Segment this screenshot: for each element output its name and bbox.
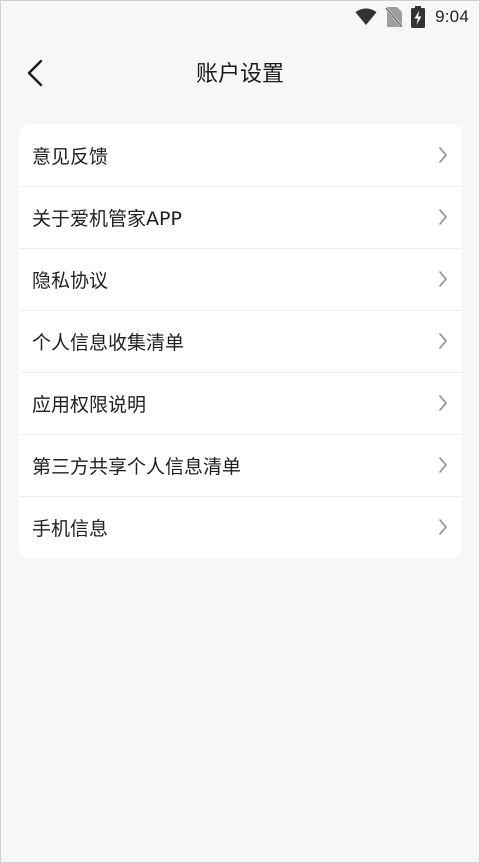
- settings-item-label: 个人信息收集清单: [32, 331, 185, 354]
- no-sim-icon: [385, 6, 403, 28]
- chevron-right-icon: [438, 456, 448, 474]
- header: 账户设置: [1, 47, 479, 103]
- settings-item-personal-info-list[interactable]: 个人信息收集清单: [19, 310, 462, 372]
- settings-card: 意见反馈 关于爱机管家APP 隐私协议 个人信息收集清单 应用权限说明 第三方共…: [19, 124, 462, 558]
- settings-item-label: 应用权限说明: [32, 393, 147, 416]
- settings-item-label: 关于爱机管家APP: [32, 207, 182, 230]
- settings-item-label: 隐私协议: [32, 269, 109, 292]
- chevron-right-icon: [438, 518, 448, 536]
- settings-item-feedback[interactable]: 意见反馈: [19, 124, 462, 186]
- settings-item-app-permissions[interactable]: 应用权限说明: [19, 372, 462, 434]
- app-screen: 9:04 账户设置 意见反馈 关于爱机管家APP 隐私协议 个人信息收集清单 应…: [0, 0, 480, 863]
- chevron-right-icon: [438, 146, 448, 164]
- settings-item-label: 第三方共享个人信息清单: [32, 455, 242, 478]
- wifi-icon: [355, 8, 377, 26]
- settings-item-third-party-sharing[interactable]: 第三方共享个人信息清单: [19, 434, 462, 496]
- status-time: 9:04: [435, 7, 469, 26]
- page-title: 账户设置: [195, 62, 284, 87]
- status-bar: 9:04: [1, 1, 479, 33]
- settings-item-about-app[interactable]: 关于爱机管家APP: [19, 186, 462, 248]
- chevron-right-icon: [438, 332, 448, 350]
- chevron-right-icon: [438, 270, 448, 288]
- chevron-right-icon: [438, 208, 448, 226]
- settings-item-label: 手机信息: [32, 517, 109, 540]
- settings-item-phone-info[interactable]: 手机信息: [19, 496, 462, 558]
- chevron-right-icon: [438, 394, 448, 412]
- settings-item-label: 意见反馈: [32, 145, 109, 168]
- settings-item-privacy-policy[interactable]: 隐私协议: [19, 248, 462, 310]
- battery-charging-icon: [411, 6, 426, 28]
